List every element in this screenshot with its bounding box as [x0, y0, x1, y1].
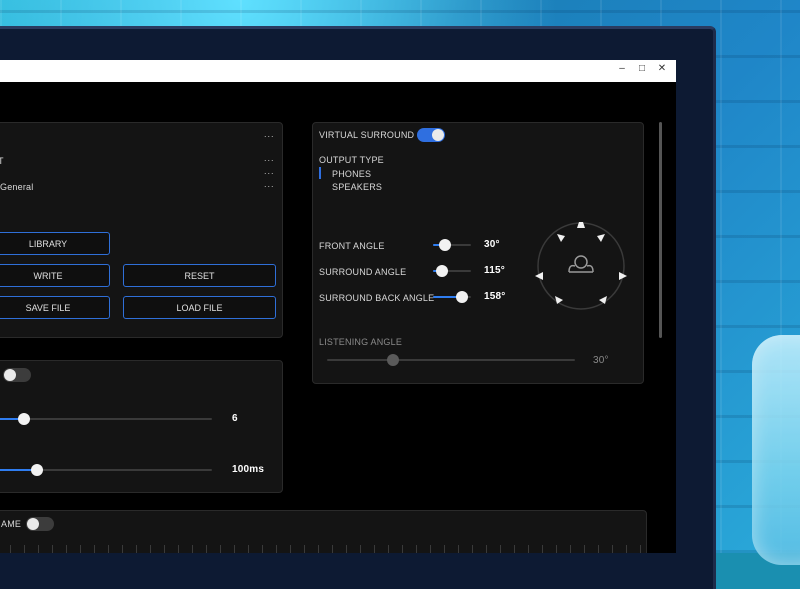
bottom-panel-toggle-knob	[27, 518, 39, 530]
preset-row-4-menu-icon[interactable]: ...	[264, 179, 275, 189]
preset-row-1-menu-icon[interactable]: ...	[264, 129, 275, 139]
virtual-surround-toggle[interactable]	[417, 128, 445, 142]
background-crystal	[752, 335, 800, 565]
preset-row-2-menu-icon[interactable]: ...	[264, 153, 275, 163]
listening-angle-label: LISTENING ANGLE	[319, 337, 403, 347]
bottom-panel-toggle[interactable]	[26, 517, 54, 531]
library-button[interactable]: LIBRARY	[0, 232, 110, 255]
speaker-front-right-icon	[597, 234, 605, 242]
preset-row-2-label: T	[0, 156, 4, 166]
slider-1-track[interactable]	[0, 418, 212, 420]
dynamics-panel: 6 100ms	[0, 360, 283, 493]
listening-angle-track[interactable]	[327, 359, 575, 361]
title-bar: – □ ✕	[0, 60, 676, 82]
virtual-surround-toggle-knob	[432, 129, 444, 141]
surround-back-angle-value: 158°	[484, 291, 506, 302]
front-angle-value: 30°	[484, 239, 500, 250]
save-file-button[interactable]: SAVE FILE	[0, 296, 110, 319]
scrollbar[interactable]	[659, 122, 662, 338]
close-icon[interactable]: ✕	[652, 63, 672, 74]
listening-angle-value: 30°	[593, 355, 609, 366]
surround-panel: VIRTUAL SURROUND OUTPUT TYPE PHONES SPEA…	[312, 122, 644, 384]
preset-row-3-menu-icon[interactable]: ...	[264, 166, 275, 176]
bottom-panel-label: AME	[1, 519, 22, 529]
preset-panel: ... T ... ... General ... LIBRARY WRITE …	[0, 122, 283, 338]
dynamics-toggle[interactable]	[3, 368, 31, 382]
maximize-icon[interactable]: □	[632, 63, 652, 74]
minimize-icon[interactable]: –	[612, 63, 632, 74]
slider-2-thumb[interactable]	[31, 464, 43, 476]
bottom-panel-grid	[0, 545, 646, 553]
output-type-label: OUTPUT TYPE	[319, 155, 384, 165]
surround-back-angle-thumb[interactable]	[456, 291, 468, 303]
listening-angle-thumb[interactable]	[387, 354, 399, 366]
speaker-layout-diagram	[535, 222, 627, 310]
output-option-speakers[interactable]: SPEAKERS	[332, 182, 382, 192]
dynamics-toggle-knob	[4, 369, 16, 381]
slider-1-thumb[interactable]	[18, 413, 30, 425]
slider-2-value: 100ms	[232, 464, 265, 475]
output-option-phones[interactable]: PHONES	[332, 169, 371, 179]
bottom-panel: AME	[0, 510, 647, 553]
virtual-surround-label: VIRTUAL SURROUND	[319, 130, 415, 140]
listener-head-icon	[568, 255, 594, 273]
listening-circle	[537, 222, 625, 310]
front-angle-thumb[interactable]	[439, 239, 451, 251]
output-selected-indicator	[319, 167, 321, 179]
app-window: – □ ✕ ... T ... ... General ... LIBRARY …	[0, 60, 676, 553]
load-file-button[interactable]: LOAD FILE	[123, 296, 276, 319]
slider-1-value: 6	[232, 413, 238, 424]
surround-back-angle-label: SURROUND BACK ANGLE	[319, 293, 435, 303]
surround-angle-value: 115°	[484, 265, 505, 276]
write-button[interactable]: WRITE	[0, 264, 110, 287]
surround-angle-label: SURROUND ANGLE	[319, 267, 407, 277]
surround-angle-thumb[interactable]	[436, 265, 448, 277]
slider-2-fill	[0, 469, 34, 471]
reset-button[interactable]: RESET	[123, 264, 276, 287]
front-angle-label: FRONT ANGLE	[319, 241, 385, 251]
speaker-front-left-icon	[557, 234, 565, 242]
preset-row-4-label: General	[0, 182, 34, 192]
